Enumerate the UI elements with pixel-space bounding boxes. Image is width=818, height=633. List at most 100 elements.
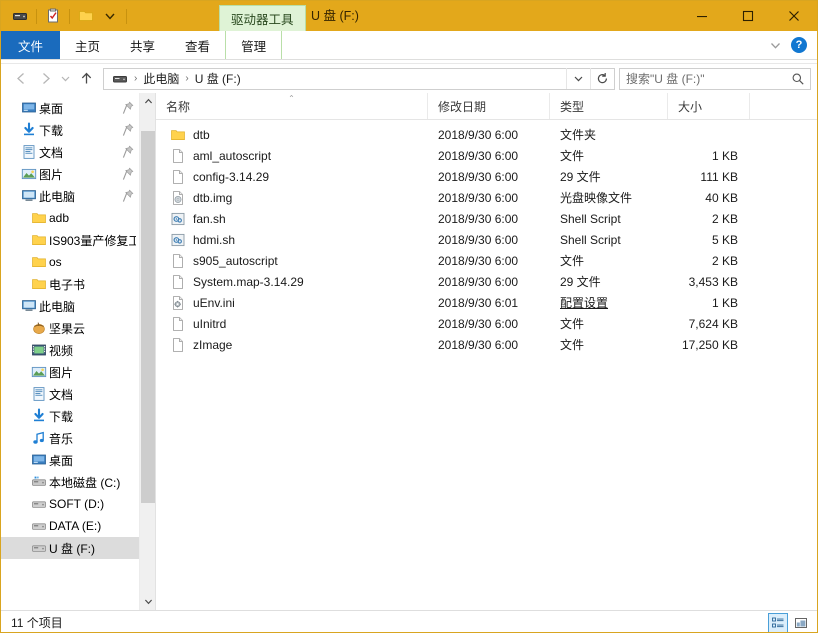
close-button[interactable]: [771, 1, 817, 31]
search-box[interactable]: 搜索"U 盘 (F:)": [619, 67, 811, 90]
maximize-button[interactable]: [725, 1, 771, 31]
file-name-label: hdmi.sh: [193, 232, 236, 247]
sidebar-scrollbar-thumb[interactable]: [141, 131, 155, 503]
file-name-cell[interactable]: dtb.img: [156, 189, 428, 206]
file-name-label: dtb.img: [193, 190, 233, 205]
pin-icon[interactable]: [122, 145, 134, 159]
desktop-icon: [29, 451, 49, 469]
file-name-cell[interactable]: s905_autoscript: [156, 252, 428, 269]
file-type-cell: Shell Script: [560, 211, 621, 226]
customize-chevron-icon[interactable]: [99, 5, 121, 27]
nav-item-this-pc-8[interactable]: 本地磁盘 (C:): [1, 471, 140, 493]
file-type-cell: Shell Script: [560, 232, 621, 247]
large-icons-view-button[interactable]: [791, 613, 811, 632]
address-path-box[interactable]: › 此电脑 › U 盘 (F:): [103, 67, 615, 90]
nav-item-this-pc-3[interactable]: 图片: [1, 361, 140, 383]
nav-item-this-pc-0[interactable]: 此电脑: [1, 295, 140, 317]
nav-item-quick-access-8[interactable]: 电子书: [1, 273, 140, 295]
shell-script-icon: [168, 231, 188, 248]
nav-item-this-pc-9[interactable]: SOFT (D:): [1, 493, 140, 515]
nav-item-quick-access-2[interactable]: 文档: [1, 141, 140, 163]
pin-icon[interactable]: [122, 123, 134, 137]
folder-icon: [29, 209, 49, 227]
column-header-date[interactable]: 修改日期: [428, 93, 550, 119]
new-folder-icon[interactable]: [75, 5, 97, 27]
minimize-button[interactable]: [679, 1, 725, 31]
nav-item-quick-access-6[interactable]: IS903量产修复工: [1, 229, 140, 251]
file-name-cell[interactable]: zImage: [156, 336, 428, 353]
nav-item-this-pc-2[interactable]: 视频: [1, 339, 140, 361]
tab-manage[interactable]: 管理: [225, 31, 283, 59]
drive-icon[interactable]: [9, 5, 31, 27]
table-row[interactable]: uInitrd 2018/9/30 6:00 文件 7,624 KB: [156, 313, 817, 334]
nav-item-quick-access-5[interactable]: adb: [1, 207, 140, 229]
sidebar-scrollbar[interactable]: [139, 93, 155, 610]
sidebar-scroll-down-button[interactable]: [140, 593, 155, 610]
nav-item-this-pc-11[interactable]: U 盘 (F:): [1, 537, 140, 559]
nav-item-this-pc-1[interactable]: 坚果云: [1, 317, 140, 339]
forward-button[interactable]: [33, 67, 57, 91]
help-icon[interactable]: ?: [791, 37, 807, 53]
nav-item-quick-access-1[interactable]: 下载: [1, 119, 140, 141]
file-icon: [168, 336, 188, 353]
nav-item-quick-access-0[interactable]: 桌面: [1, 97, 140, 119]
file-name-cell[interactable]: uInitrd: [156, 315, 428, 332]
tab-home[interactable]: 主页: [60, 31, 115, 59]
file-name-cell[interactable]: dtb: [156, 126, 428, 143]
file-name-cell[interactable]: fan.sh: [156, 210, 428, 227]
nav-item-this-pc-5[interactable]: 下载: [1, 405, 140, 427]
breadcrumb-separator-1[interactable]: ›: [131, 73, 140, 84]
contextual-tab-drive-tools[interactable]: 驱动器工具: [219, 5, 306, 31]
properties-icon[interactable]: [42, 5, 64, 27]
nav-item-this-pc-6[interactable]: 音乐: [1, 427, 140, 449]
nav-item-this-pc-4[interactable]: 文档: [1, 383, 140, 405]
expand-ribbon-chevron-icon[interactable]: [767, 37, 783, 53]
nav-item-this-pc-7[interactable]: 桌面: [1, 449, 140, 471]
breadcrumb-current-drive[interactable]: U 盘 (F:): [192, 70, 244, 87]
breadcrumb-this-pc[interactable]: 此电脑: [140, 70, 182, 87]
file-name-cell[interactable]: aml_autoscript: [156, 147, 428, 164]
table-row[interactable]: zImage 2018/9/30 6:00 文件 17,250 KB: [156, 334, 817, 355]
table-row[interactable]: dtb.img 2018/9/30 6:00 光盘映像文件 40 KB: [156, 187, 817, 208]
pin-icon[interactable]: [122, 101, 134, 115]
nav-item-quick-access-7[interactable]: os: [1, 251, 140, 273]
file-name-cell[interactable]: System.map-3.14.29: [156, 273, 428, 290]
back-button[interactable]: [9, 67, 33, 91]
file-size-cell: 40 KB: [705, 190, 738, 205]
search-input[interactable]: 搜索"U 盘 (F:)": [620, 70, 786, 87]
table-row[interactable]: s905_autoscript 2018/9/30 6:00 文件 2 KB: [156, 250, 817, 271]
search-icon[interactable]: [786, 72, 810, 86]
breadcrumb-separator-2[interactable]: ›: [182, 73, 191, 84]
address-dropdown-chevron-icon[interactable]: [566, 68, 590, 89]
column-header-type[interactable]: 类型: [550, 93, 668, 119]
tab-share[interactable]: 共享: [115, 31, 170, 59]
refresh-icon[interactable]: [590, 68, 614, 89]
nav-item-label: DATA (E:): [49, 519, 102, 533]
nav-item-this-pc-10[interactable]: DATA (E:): [1, 515, 140, 537]
details-view-button[interactable]: [768, 613, 788, 632]
tab-view[interactable]: 查看: [170, 31, 225, 59]
recent-locations-chevron-icon[interactable]: [57, 67, 74, 91]
nav-item-quick-access-3[interactable]: 图片: [1, 163, 140, 185]
column-header-size[interactable]: 大小: [668, 93, 750, 119]
table-row[interactable]: config-3.14.29 2018/9/30 6:00 29 文件 111 KB: [156, 166, 817, 187]
column-header-name[interactable]: ⌃ 名称: [156, 93, 428, 119]
table-row[interactable]: dtb 2018/9/30 6:00 文件夹: [156, 124, 817, 145]
file-name-cell[interactable]: hdmi.sh: [156, 231, 428, 248]
table-row[interactable]: hdmi.sh 2018/9/30 6:00 Shell Script 5 KB: [156, 229, 817, 250]
pictures-icon: [19, 165, 39, 183]
nutstore-icon: [29, 319, 49, 337]
up-button[interactable]: [74, 67, 98, 91]
sidebar-scroll-up-button[interactable]: [140, 93, 155, 110]
nav-item-quick-access-4[interactable]: 此电脑: [1, 185, 140, 207]
file-name-cell[interactable]: uEnv.ini: [156, 294, 428, 311]
table-row[interactable]: aml_autoscript 2018/9/30 6:00 文件 1 KB: [156, 145, 817, 166]
table-row[interactable]: fan.sh 2018/9/30 6:00 Shell Script 2 KB: [156, 208, 817, 229]
pin-icon[interactable]: [122, 189, 134, 203]
pin-icon[interactable]: [122, 167, 134, 181]
tab-file[interactable]: 文件: [1, 31, 61, 59]
table-row[interactable]: System.map-3.14.29 2018/9/30 6:00 29 文件 3,4…: [156, 271, 817, 292]
table-row[interactable]: uEnv.ini 2018/9/30 6:01 配置设置 1 KB: [156, 292, 817, 313]
breadcrumb-root-icon[interactable]: [109, 72, 131, 86]
file-name-cell[interactable]: config-3.14.29: [156, 168, 428, 185]
